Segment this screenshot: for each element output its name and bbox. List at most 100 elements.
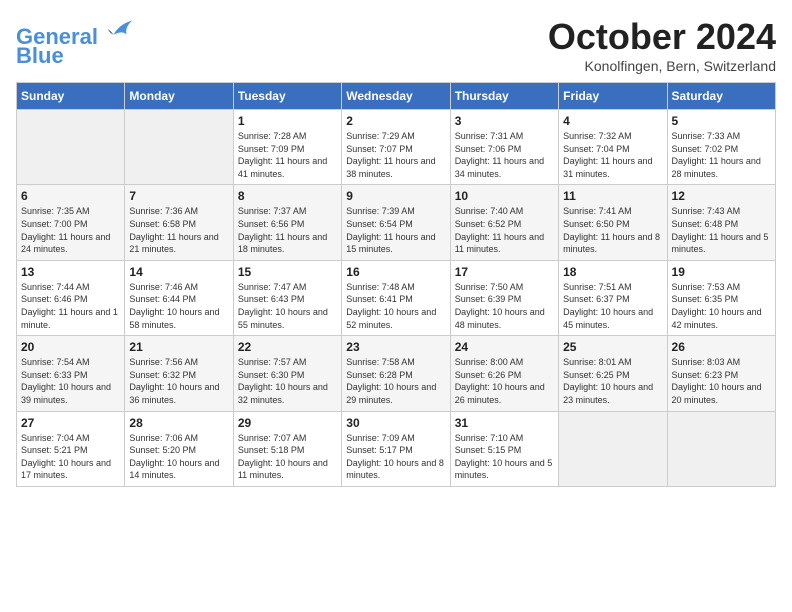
day-info: Sunrise: 7:31 AM Sunset: 7:06 PM Dayligh… [455, 130, 554, 180]
location: Konolfingen, Bern, Switzerland [548, 58, 776, 74]
day-info: Sunrise: 7:07 AM Sunset: 5:18 PM Dayligh… [238, 432, 337, 482]
day-info: Sunrise: 7:10 AM Sunset: 5:15 PM Dayligh… [455, 432, 554, 482]
day-cell: 31 Sunrise: 7:10 AM Sunset: 5:15 PM Dayli… [450, 411, 558, 486]
week-row-1: 1Sunrise: 7:28 AM Sunset: 7:09 PM Daylig… [17, 110, 776, 185]
day-number: 9 [346, 189, 445, 203]
day-cell: 19 Sunrise: 7:53 AM Sunset: 6:35 PM Dayli… [667, 260, 775, 335]
title-block: October 2024 Konolfingen, Bern, Switzerl… [548, 16, 776, 74]
day-number: 7 [129, 189, 228, 203]
day-info: Sunrise: 8:00 AM Sunset: 6:26 PM Dayligh… [455, 356, 554, 406]
day-info: Sunrise: 7:39 AM Sunset: 6:54 PM Dayligh… [346, 205, 445, 255]
day-number: 28 [129, 416, 228, 430]
day-info: Sunrise: 8:03 AM Sunset: 6:23 PM Dayligh… [672, 356, 771, 406]
week-row-2: 6 Sunrise: 7:35 AM Sunset: 7:00 PM Daylig… [17, 185, 776, 260]
day-number: 20 [21, 340, 120, 354]
weekday-header-wednesday: Wednesday [342, 83, 450, 110]
day-number: 8 [238, 189, 337, 203]
day-info: Sunrise: 8:01 AM Sunset: 6:25 PM Dayligh… [563, 356, 662, 406]
day-cell: 18Sunrise: 7:51 AM Sunset: 6:37 PM Dayli… [559, 260, 667, 335]
day-number: 21 [129, 340, 228, 354]
day-cell: 10 Sunrise: 7:40 AM Sunset: 6:52 PM Dayli… [450, 185, 558, 260]
weekday-header-monday: Monday [125, 83, 233, 110]
day-number: 31 [455, 416, 554, 430]
week-row-5: 27Sunrise: 7:04 AM Sunset: 5:21 PM Dayli… [17, 411, 776, 486]
day-info: Sunrise: 7:50 AM Sunset: 6:39 PM Dayligh… [455, 281, 554, 331]
day-info: Sunrise: 7:54 AM Sunset: 6:33 PM Dayligh… [21, 356, 120, 406]
weekday-header-friday: Friday [559, 83, 667, 110]
day-cell: 2 Sunrise: 7:29 AM Sunset: 7:07 PM Daylig… [342, 110, 450, 185]
day-info: Sunrise: 7:37 AM Sunset: 6:56 PM Dayligh… [238, 205, 337, 255]
day-cell [17, 110, 125, 185]
day-cell: 27Sunrise: 7:04 AM Sunset: 5:21 PM Dayli… [17, 411, 125, 486]
day-cell: 22Sunrise: 7:57 AM Sunset: 6:30 PM Dayli… [233, 336, 341, 411]
day-info: Sunrise: 7:46 AM Sunset: 6:44 PM Dayligh… [129, 281, 228, 331]
day-cell [559, 411, 667, 486]
month-title: October 2024 [548, 16, 776, 58]
day-number: 23 [346, 340, 445, 354]
day-cell: 23 Sunrise: 7:58 AM Sunset: 6:28 PM Dayli… [342, 336, 450, 411]
week-row-4: 20 Sunrise: 7:54 AM Sunset: 6:33 PM Dayli… [17, 336, 776, 411]
day-number: 29 [238, 416, 337, 430]
day-info: Sunrise: 7:35 AM Sunset: 7:00 PM Dayligh… [21, 205, 120, 255]
weekday-header-tuesday: Tuesday [233, 83, 341, 110]
day-info: Sunrise: 7:28 AM Sunset: 7:09 PM Dayligh… [238, 130, 337, 180]
day-cell: 14 Sunrise: 7:46 AM Sunset: 6:44 PM Dayli… [125, 260, 233, 335]
weekday-header-sunday: Sunday [17, 83, 125, 110]
day-number: 15 [238, 265, 337, 279]
day-number: 13 [21, 265, 120, 279]
day-info: Sunrise: 7:43 AM Sunset: 6:48 PM Dayligh… [672, 205, 771, 255]
day-info: Sunrise: 7:06 AM Sunset: 5:20 PM Dayligh… [129, 432, 228, 482]
page-header: General Blue October 2024 Konolfingen, B… [16, 16, 776, 74]
day-number: 18 [563, 265, 662, 279]
day-cell: 9 Sunrise: 7:39 AM Sunset: 6:54 PM Daylig… [342, 185, 450, 260]
day-cell [125, 110, 233, 185]
day-cell: 1Sunrise: 7:28 AM Sunset: 7:09 PM Daylig… [233, 110, 341, 185]
day-number: 25 [563, 340, 662, 354]
day-cell: 25 Sunrise: 8:01 AM Sunset: 6:25 PM Dayli… [559, 336, 667, 411]
day-cell [667, 411, 775, 486]
logo: General Blue [16, 16, 134, 69]
day-number: 26 [672, 340, 771, 354]
day-info: Sunrise: 7:57 AM Sunset: 6:30 PM Dayligh… [238, 356, 337, 406]
day-cell: 21 Sunrise: 7:56 AM Sunset: 6:32 PM Dayli… [125, 336, 233, 411]
day-cell: 28 Sunrise: 7:06 AM Sunset: 5:20 PM Dayli… [125, 411, 233, 486]
weekday-header-saturday: Saturday [667, 83, 775, 110]
day-cell: 15 Sunrise: 7:47 AM Sunset: 6:43 PM Dayli… [233, 260, 341, 335]
logo-bird-icon [106, 16, 134, 44]
day-cell: 7 Sunrise: 7:36 AM Sunset: 6:58 PM Daylig… [125, 185, 233, 260]
day-info: Sunrise: 7:47 AM Sunset: 6:43 PM Dayligh… [238, 281, 337, 331]
day-info: Sunrise: 7:29 AM Sunset: 7:07 PM Dayligh… [346, 130, 445, 180]
day-cell: 3Sunrise: 7:31 AM Sunset: 7:06 PM Daylig… [450, 110, 558, 185]
calendar-header: SundayMondayTuesdayWednesdayThursdayFrid… [17, 83, 776, 110]
day-cell: 26 Sunrise: 8:03 AM Sunset: 6:23 PM Dayli… [667, 336, 775, 411]
day-info: Sunrise: 7:58 AM Sunset: 6:28 PM Dayligh… [346, 356, 445, 406]
day-cell: 11Sunrise: 7:41 AM Sunset: 6:50 PM Dayli… [559, 185, 667, 260]
day-info: Sunrise: 7:41 AM Sunset: 6:50 PM Dayligh… [563, 205, 662, 255]
day-info: Sunrise: 7:32 AM Sunset: 7:04 PM Dayligh… [563, 130, 662, 180]
day-number: 14 [129, 265, 228, 279]
week-row-3: 13 Sunrise: 7:44 AM Sunset: 6:46 PM Dayli… [17, 260, 776, 335]
day-info: Sunrise: 7:56 AM Sunset: 6:32 PM Dayligh… [129, 356, 228, 406]
day-number: 24 [455, 340, 554, 354]
day-cell: 8 Sunrise: 7:37 AM Sunset: 6:56 PM Daylig… [233, 185, 341, 260]
day-info: Sunrise: 7:09 AM Sunset: 5:17 PM Dayligh… [346, 432, 445, 482]
day-info: Sunrise: 7:44 AM Sunset: 6:46 PM Dayligh… [21, 281, 120, 331]
day-cell: 20 Sunrise: 7:54 AM Sunset: 6:33 PM Dayli… [17, 336, 125, 411]
day-cell: 13 Sunrise: 7:44 AM Sunset: 6:46 PM Dayli… [17, 260, 125, 335]
day-cell: 5Sunrise: 7:33 AM Sunset: 7:02 PM Daylig… [667, 110, 775, 185]
weekday-header-thursday: Thursday [450, 83, 558, 110]
day-number: 30 [346, 416, 445, 430]
day-info: Sunrise: 7:04 AM Sunset: 5:21 PM Dayligh… [21, 432, 120, 482]
day-number: 6 [21, 189, 120, 203]
day-info: Sunrise: 7:36 AM Sunset: 6:58 PM Dayligh… [129, 205, 228, 255]
day-number: 2 [346, 114, 445, 128]
day-number: 19 [672, 265, 771, 279]
weekday-header-row: SundayMondayTuesdayWednesdayThursdayFrid… [17, 83, 776, 110]
calendar-table: SundayMondayTuesdayWednesdayThursdayFrid… [16, 82, 776, 487]
day-cell: 30 Sunrise: 7:09 AM Sunset: 5:17 PM Dayli… [342, 411, 450, 486]
day-cell: 24 Sunrise: 8:00 AM Sunset: 6:26 PM Dayli… [450, 336, 558, 411]
day-number: 10 [455, 189, 554, 203]
day-cell: 6 Sunrise: 7:35 AM Sunset: 7:00 PM Daylig… [17, 185, 125, 260]
day-info: Sunrise: 7:53 AM Sunset: 6:35 PM Dayligh… [672, 281, 771, 331]
day-info: Sunrise: 7:40 AM Sunset: 6:52 PM Dayligh… [455, 205, 554, 255]
